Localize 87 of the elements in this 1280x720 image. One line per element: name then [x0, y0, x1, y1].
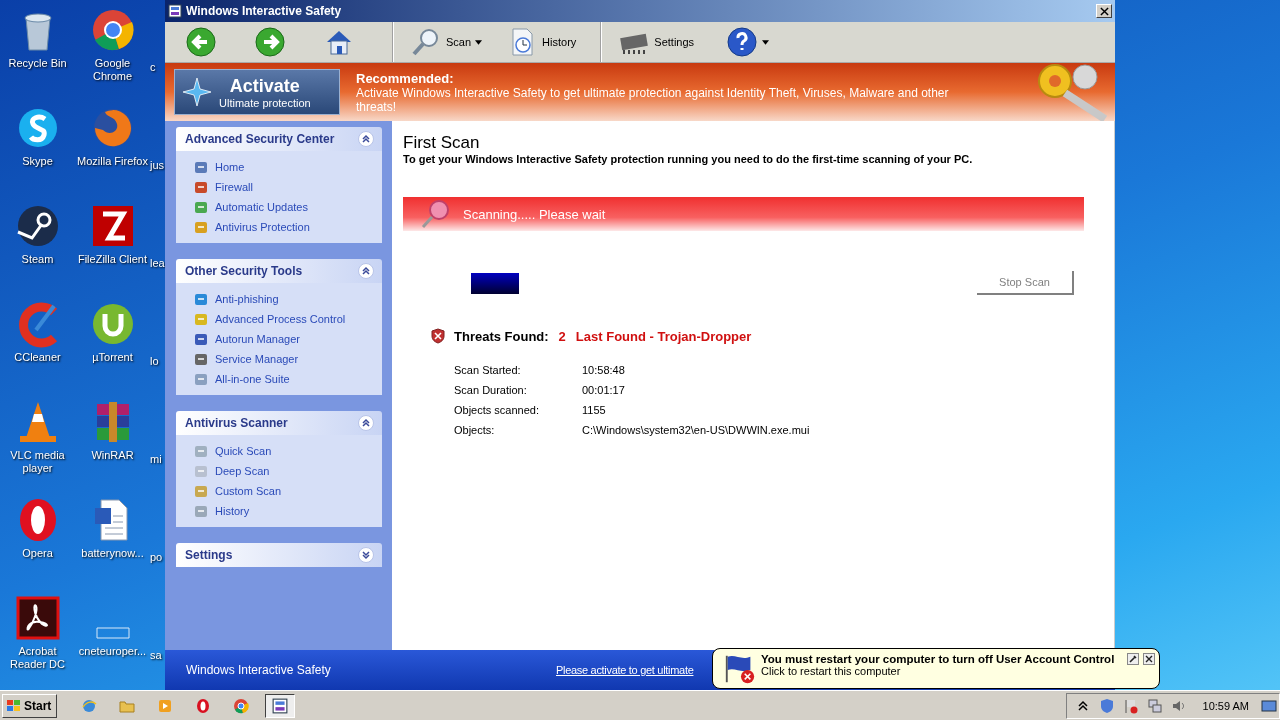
sidebar-link[interactable]: All-in-one Suite [193, 371, 290, 387]
detail-label: Scan Started: [454, 364, 521, 376]
desktop-icon-label[interactable]: Opera [0, 547, 75, 560]
detail-label: Objects scanned: [454, 404, 539, 416]
window-title: Windows Interactive Safety [186, 4, 343, 18]
flag-icon [723, 653, 757, 685]
footer-app-name: Windows Interactive Safety [186, 663, 332, 677]
expand-icon[interactable] [358, 547, 374, 563]
clock[interactable]: 10:59 AM [1202, 700, 1249, 712]
star-icon [181, 76, 213, 108]
close-button[interactable] [1096, 4, 1112, 18]
desktop-icon-label[interactable]: c [150, 61, 156, 73]
threats-label: Threats Found: [454, 328, 549, 344]
desktop-icon-label[interactable]: Acrobat Reader DC [0, 645, 75, 671]
detail-value: C:\Windows\system32\en-US\DWWIN.exe.mui [582, 424, 810, 436]
desktop-icon-label[interactable]: batterynow... [75, 547, 150, 560]
flag-icon[interactable] [1122, 698, 1139, 714]
toolbar-button[interactable]: History [498, 22, 585, 62]
desktop-icon-label[interactable]: sa [150, 649, 162, 661]
detail-label: Objects: [454, 424, 495, 436]
collapse-icon[interactable] [358, 131, 374, 147]
notification-toast[interactable]: You must restart your computer to turn off User Account Control Click to restart this computer [712, 648, 1160, 689]
desktop-icon-label[interactable]: FileZilla Client [75, 253, 150, 266]
help-icon [726, 26, 759, 58]
show-desktop-icon[interactable] [1261, 698, 1277, 714]
page-subtitle: To get your Windows Interactive Safety protection running you need to do the first-time scanning of your PC. [403, 153, 974, 165]
sidebar-link[interactable]: Custom Scan [193, 483, 282, 499]
desktop-icon-label[interactable]: Google Chrome [75, 57, 150, 83]
collapse-icon[interactable] [358, 263, 374, 279]
app-icon [168, 4, 182, 18]
detail-value: 10:58:48 [582, 364, 625, 376]
sidebar-link[interactable]: Home [193, 159, 245, 175]
sidebar-link[interactable]: Service Manager [193, 351, 299, 367]
activate-button[interactable]: Activate Ultimate protection [174, 69, 340, 115]
desktop-icon-label[interactable]: µTorrent [75, 351, 150, 364]
start-button[interactable]: Start [2, 694, 58, 718]
close-icon[interactable] [1143, 653, 1155, 665]
desktop-icon-label[interactable]: Steam [0, 253, 75, 266]
sidebar-link[interactable]: Quick Scan [193, 443, 272, 459]
desktop-icon-label[interactable]: lo [150, 355, 159, 367]
network-icon[interactable] [1146, 698, 1163, 714]
panel-header[interactable]: Advanced Security Center [176, 127, 382, 151]
detail-value: 1155 [582, 404, 606, 416]
taskbar-app-button[interactable] [265, 694, 296, 718]
activate-link[interactable]: Please activate to get ultimate [556, 664, 694, 676]
panel-header[interactable]: Settings [176, 543, 382, 567]
opera-icon[interactable] [195, 698, 212, 714]
speaker-icon[interactable] [1170, 698, 1187, 714]
collapse-icon[interactable] [358, 415, 374, 431]
toolbar-button[interactable]: Settings [610, 22, 703, 62]
desktop-icon-label[interactable]: mi [150, 453, 162, 465]
sidebar-link[interactable]: Firewall [193, 179, 253, 195]
app-icon [272, 698, 289, 714]
last-found-text: Last Found - Trojan-Dropper [575, 328, 752, 344]
panel-header[interactable]: Antivirus Scanner [176, 411, 382, 435]
scan-status-text: Scanning..... Please wait [463, 206, 606, 222]
browser-icon[interactable] [233, 698, 250, 714]
sidebar-link[interactable]: Automatic Updates [193, 199, 308, 215]
desktop-icon-label[interactable]: CCleaner [0, 351, 75, 364]
wrench-icon[interactable] [1127, 653, 1139, 665]
desktop-icon-label[interactable]: Mozilla Firefox [75, 155, 150, 168]
sidebar-link[interactable]: Advanced Process Control [193, 311, 346, 327]
sidebar-link[interactable]: Antivirus Protection [193, 219, 310, 235]
desktop-icon-label[interactable]: jus [150, 159, 165, 171]
notification-text: Click to restart this computer [761, 665, 902, 677]
desktop-icon-label[interactable]: VLC media player [0, 449, 75, 475]
sidebar-link[interactable]: Autorun Manager [193, 331, 300, 347]
banner-text: Activate Windows Interactive Safety to get ultimate protection against Identity Theft, Viruses, Malware and other threats! [356, 85, 950, 114]
detail-value: 00:01:17 [582, 384, 625, 396]
desktop-icon-label[interactable]: po [150, 551, 163, 563]
detail-label: Scan Duration: [454, 384, 527, 396]
sidebar-link[interactable]: Deep Scan [193, 463, 270, 479]
toolbar-button[interactable]: Scan [402, 22, 491, 62]
desktop-icon-label[interactable]: Skype [0, 155, 75, 168]
stop-scan-button[interactable]: Stop Scan [977, 271, 1074, 295]
desktop-icon-label[interactable]: cneteuroper... [75, 645, 150, 658]
sidebar-link[interactable]: History [193, 503, 250, 519]
notification-title: You must restart your computer to turn off User Account Control [761, 653, 1116, 665]
threats-count: 2 [558, 328, 566, 344]
sidebar-link[interactable]: Anti-phishing [193, 291, 279, 307]
panel-header[interactable]: Other Security Tools [176, 259, 382, 283]
windows-logo-icon [6, 698, 22, 714]
desktop-icon-label[interactable]: WinRAR [75, 449, 150, 462]
desktop-icon-label[interactable]: Recycle Bin [0, 57, 75, 70]
desktop-icon-label[interactable]: lea [150, 257, 165, 269]
page-title: First Scan [403, 133, 481, 153]
banner-heading: Recommended: [356, 70, 455, 86]
